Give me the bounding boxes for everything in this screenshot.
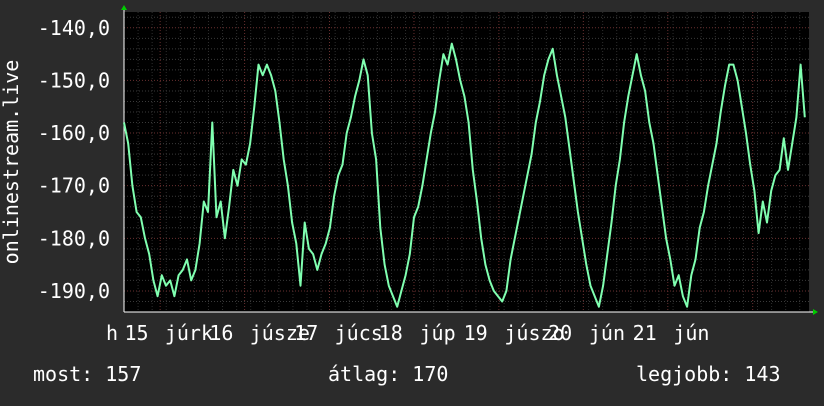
y-axis-arrow <box>121 5 127 10</box>
x-tick-label: 19 <box>464 321 488 345</box>
chart-svg: -140,0 -150,0 -160,0 -170,0 -180,0 -190,0 onli… <box>0 5 818 345</box>
plot-area <box>124 12 809 312</box>
average-value-label: átlag: 170 <box>328 362 449 386</box>
y-tick-label: -180,0 <box>38 226 110 250</box>
x-tick-label: júp <box>420 321 456 345</box>
current-value-label: most: 157 <box>33 362 142 386</box>
x-tick-label: jún <box>673 321 709 345</box>
x-tick-label: h <box>106 321 118 345</box>
y-tick-label: -150,0 <box>38 68 110 92</box>
x-tick-label: jún <box>589 321 625 345</box>
x-tick-label: 20 <box>548 321 572 345</box>
x-tick-label: 15 <box>124 321 148 345</box>
y-tick-label: -170,0 <box>38 174 110 198</box>
x-tick-label: 21 <box>633 321 657 345</box>
x-tick-label: 17 <box>294 321 318 345</box>
y-tick-label: -190,0 <box>38 279 110 303</box>
y-tick-label: -160,0 <box>38 121 110 145</box>
chart: -140,0 -150,0 -160,0 -170,0 -180,0 -190,0 onli… <box>0 0 824 402</box>
x-axis-arrow <box>813 309 818 315</box>
x-tick-label: júcs <box>335 321 383 345</box>
x-tick-label: 18 <box>379 321 403 345</box>
x-tick-label: júrk <box>165 321 213 345</box>
x-tick-label: 16 <box>209 321 233 345</box>
y-axis-label: onlinestream.live <box>0 60 23 265</box>
best-value-label: legjobb: 143 <box>636 362 781 386</box>
y-tick-label: -140,0 <box>38 16 110 40</box>
